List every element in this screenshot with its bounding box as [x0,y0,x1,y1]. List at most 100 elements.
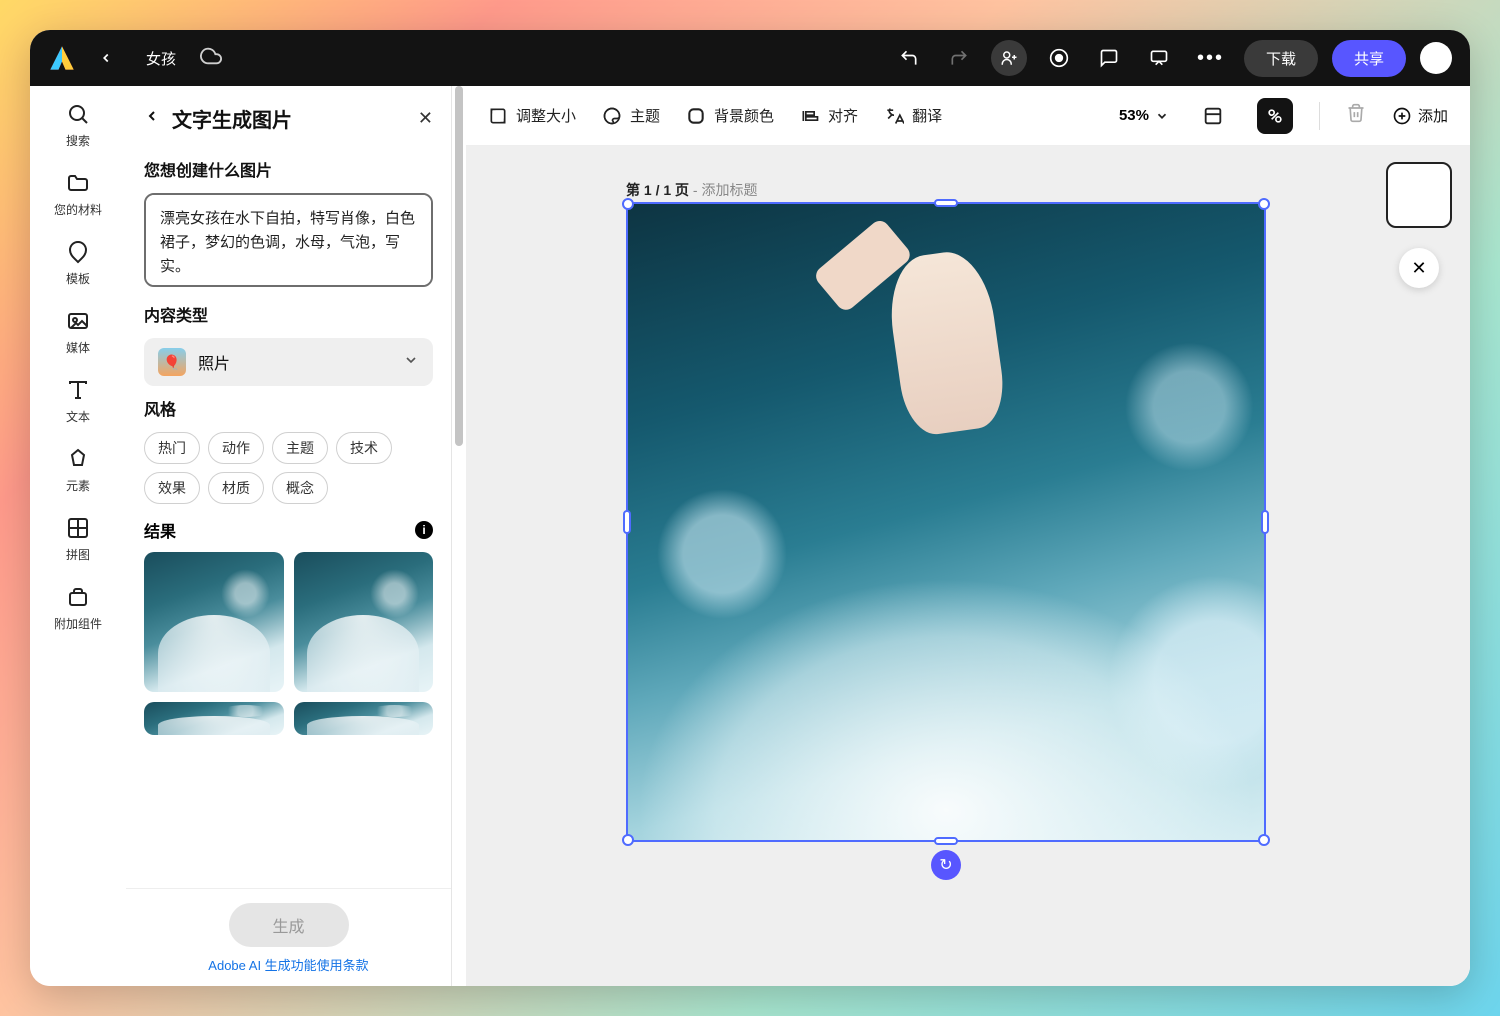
page-thumbnail[interactable] [1386,162,1452,228]
comment-icon[interactable] [1091,40,1127,76]
add-button[interactable]: 添加 [1392,105,1448,126]
info-icon[interactable]: i [415,521,433,539]
resize-handle-br[interactable] [1258,834,1270,846]
canvas-viewport[interactable]: 第 1 / 1 页 - 添加标题 ↻ [466,146,1470,986]
canvas-toolbar: 调整大小 主题 背景颜色 对齐 翻译 [466,86,1470,146]
style-chip[interactable]: 效果 [144,472,200,504]
tool-resize[interactable]: 调整大小 [488,105,576,126]
rail-grids[interactable]: 拼图 [66,516,90,563]
rail-addons[interactable]: 附加组件 [54,585,102,632]
style-chip[interactable]: 技术 [336,432,392,464]
download-button[interactable]: 下载 [1244,40,1318,77]
resize-handle-tl[interactable] [622,198,634,210]
photo-type-icon: 🎈 [158,348,186,376]
app-window: 女孩 ••• 下载 共享 搜索 您的材料 模板 [30,30,1470,986]
content-type-select[interactable]: 🎈 照片 [144,338,433,386]
panel-back-button[interactable] [144,108,160,129]
rail-media-label: 媒体 [66,339,90,356]
style-chip[interactable]: 概念 [272,472,328,504]
result-thumbnail[interactable] [144,702,284,735]
page-view-icon[interactable] [1195,98,1231,134]
tool-align-label: 对齐 [828,105,858,126]
result-thumbnail[interactable] [294,552,434,692]
help-icon[interactable] [1041,40,1077,76]
tool-bgcolor[interactable]: 背景颜色 [686,105,774,126]
panel-close-button[interactable]: ✕ [418,108,433,129]
rail-your-stuff-label: 您的材料 [54,201,102,218]
tool-theme-label: 主题 [630,105,660,126]
selected-canvas-image[interactable]: ↻ [626,202,1266,842]
present-icon[interactable] [1141,40,1177,76]
panel-footer: 生成 Adobe AI 生成功能使用条款 [126,888,451,986]
panel-scrollbar[interactable] [452,86,466,986]
page-number: 第 1 / 1 页 [626,182,689,198]
tool-align[interactable]: 对齐 [800,105,858,126]
result-thumbnail[interactable] [294,702,434,735]
toolbar-separator [1319,102,1320,130]
prompt-label: 您想创建什么图片 [144,157,433,181]
selection-box [626,202,1266,842]
cloud-sync-icon[interactable] [200,45,222,72]
rail-text[interactable]: 文本 [66,378,90,425]
results-header: 结果 i [144,518,433,542]
resize-handle-right[interactable] [1261,510,1269,534]
resize-handle-bl[interactable] [622,834,634,846]
chevron-down-icon [403,352,419,373]
rail-elements-label: 元素 [66,477,90,494]
result-thumbnail[interactable] [144,552,284,692]
results-label: 结果 [144,518,176,542]
rail-addons-label: 附加组件 [54,615,102,632]
prompt-input[interactable] [144,193,433,287]
zoom-value: 53% [1119,107,1149,124]
invite-icon[interactable] [991,40,1027,76]
tool-translate[interactable]: 翻译 [884,105,942,126]
content-type-label: 内容类型 [144,302,433,326]
style-chip[interactable]: 材质 [208,472,264,504]
main-area: 搜索 您的材料 模板 媒体 文本 元素 [30,86,1470,986]
resize-handle-left[interactable] [623,510,631,534]
user-avatar[interactable] [1420,42,1452,74]
app-logo-icon[interactable] [48,44,76,72]
rail-elements[interactable]: 元素 [66,447,90,494]
rail-grids-label: 拼图 [66,546,90,563]
side-panel-wrap: 文字生成图片 ✕ 您想创建什么图片 内容类型 🎈 照片 风格 [126,86,466,986]
rail-text-label: 文本 [66,408,90,425]
tool-theme[interactable]: 主题 [602,105,660,126]
page-indicator[interactable]: 第 1 / 1 页 - 添加标题 [626,180,757,200]
panel-header: 文字生成图片 ✕ [126,86,451,147]
rail-search[interactable]: 搜索 [66,102,90,149]
rail-templates-label: 模板 [66,270,90,287]
tool-bgcolor-label: 背景颜色 [714,105,774,126]
style-label: 风格 [144,396,433,420]
undo-icon[interactable] [891,40,927,76]
terms-link[interactable]: Adobe AI 生成功能使用条款 [144,955,433,974]
resize-handle-top[interactable] [934,199,958,207]
more-menu-icon[interactable]: ••• [1191,47,1230,70]
rail-templates[interactable]: 模板 [66,240,90,287]
page-title-placeholder: - 添加标题 [689,182,757,198]
canvas-area: 调整大小 主题 背景颜色 对齐 翻译 [466,86,1470,986]
panel-title: 文字生成图片 [172,104,406,133]
resize-handle-tr[interactable] [1258,198,1270,210]
zoom-control[interactable]: 53% [1119,107,1169,124]
document-title[interactable]: 女孩 [136,44,186,73]
tool-resize-label: 调整大小 [516,105,576,126]
rail-your-stuff[interactable]: 您的材料 [54,171,102,218]
ai-tools-icon[interactable] [1257,98,1293,134]
back-button[interactable] [90,42,122,74]
close-side-button[interactable]: ✕ [1399,248,1439,288]
style-chip[interactable]: 动作 [208,432,264,464]
redo-icon[interactable] [941,40,977,76]
delete-icon[interactable] [1346,103,1366,128]
share-button[interactable]: 共享 [1332,40,1406,77]
canvas-side-controls: ✕ [1386,162,1452,288]
text-to-image-panel: 文字生成图片 ✕ 您想创建什么图片 内容类型 🎈 照片 风格 [126,86,452,986]
style-chip[interactable]: 热门 [144,432,200,464]
style-chip[interactable]: 主题 [272,432,328,464]
top-bar: 女孩 ••• 下载 共享 [30,30,1470,86]
tool-translate-label: 翻译 [912,105,942,126]
regenerate-button[interactable]: ↻ [931,850,961,880]
resize-handle-bottom[interactable] [934,837,958,845]
rail-media[interactable]: 媒体 [66,309,90,356]
generate-button[interactable]: 生成 [229,903,349,947]
